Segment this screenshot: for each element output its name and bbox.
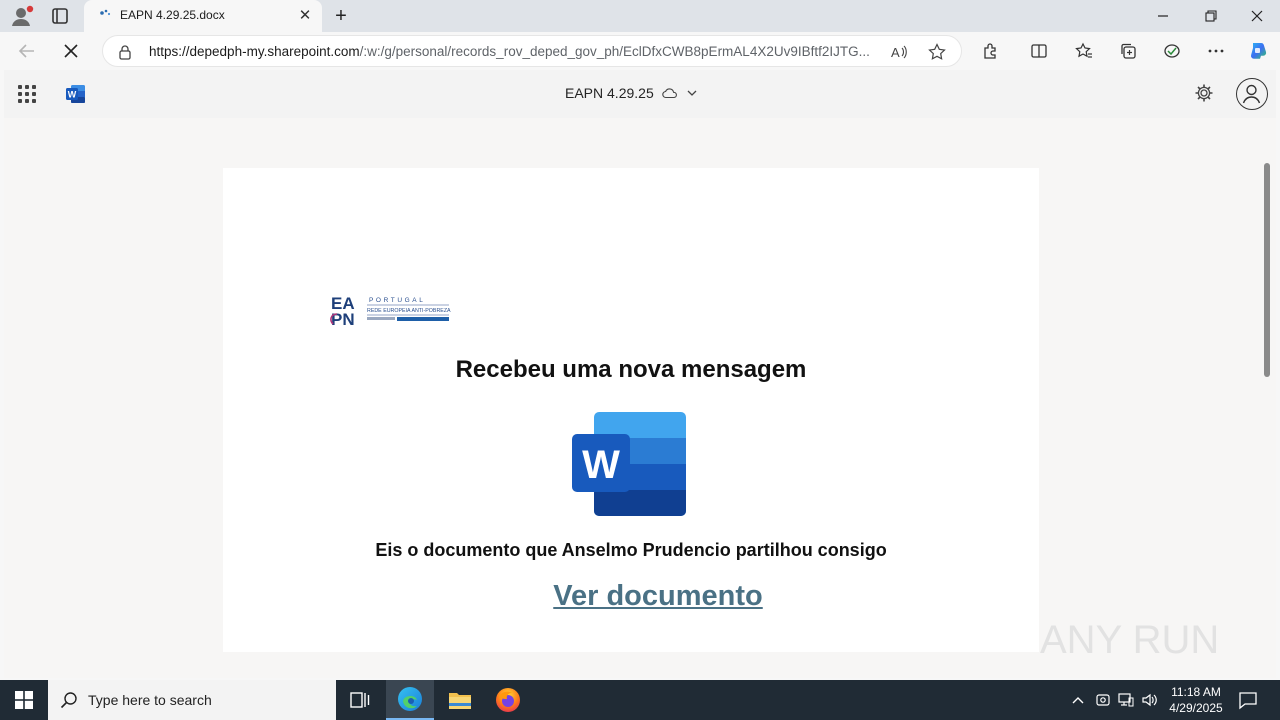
active-tab[interactable]: EAPN 4.29.25.docx ✕ <box>84 0 322 32</box>
tab-close-icon[interactable]: ✕ <box>296 7 314 25</box>
tab-actions-icon[interactable] <box>50 6 70 26</box>
system-clock[interactable]: 11:18 AM 4/29/2025 <box>1162 684 1230 716</box>
new-tab-button[interactable]: + <box>330 5 352 27</box>
share-message: Eis o documento que Anselmo Prudencio pa… <box>375 540 887 560</box>
taskbar: Type here to search 11:18 AM 4/29/2025 <box>0 680 1280 720</box>
message-headline: Recebeu uma nova mensagem <box>455 356 807 383</box>
word-document-icon: W <box>572 412 686 516</box>
vertical-scrollbar[interactable] <box>1264 163 1270 377</box>
stop-loading-button[interactable] <box>56 36 86 66</box>
view-document-link[interactable]: Ver documento <box>223 580 1093 613</box>
svg-text:PORTUGAL: PORTUGAL <box>369 297 425 304</box>
restore-button[interactable] <box>1188 0 1234 32</box>
tab-title: EAPN 4.29.25.docx <box>120 8 225 22</box>
lock-icon[interactable] <box>117 44 133 60</box>
document-title[interactable]: EAPN 4.29.25 <box>565 85 698 101</box>
read-aloud-icon[interactable]: A <box>889 42 909 62</box>
search-placeholder: Type here to search <box>88 692 212 708</box>
taskbar-search-box[interactable]: Type here to search <box>48 680 336 720</box>
office-header: W EAPN 4.29.25 <box>4 70 1276 118</box>
copilot-icon[interactable] <box>1246 39 1270 63</box>
svg-text:ANY RUN: ANY RUN <box>1040 618 1219 662</box>
eapn-logo: EA PN PORTUGAL REDE EUROPEIA ANTI-POBREZ… <box>327 292 452 329</box>
show-hidden-icons-chevron-icon[interactable] <box>1068 690 1088 710</box>
document-viewer: EA PN PORTUGAL REDE EUROPEIA ANTI-POBREZ… <box>4 118 1276 678</box>
chevron-down-icon[interactable] <box>686 87 698 99</box>
clock-time: 11:18 AM <box>1171 685 1221 699</box>
address-bar[interactable]: https://depedph-my.sharepoint.com/:w:/g/… <box>102 35 962 67</box>
document-title-text: EAPN 4.29.25 <box>565 85 654 101</box>
svg-text:REDE EUROPEIA ANTI-POBREZA: REDE EUROPEIA ANTI-POBREZA <box>367 308 451 314</box>
loading-favicon-icon <box>98 8 114 24</box>
task-view-icon[interactable] <box>336 680 384 720</box>
navigation-bar: https://depedph-my.sharepoint.com/:w:/g/… <box>0 32 1280 70</box>
windows-start-icon[interactable] <box>0 680 48 720</box>
tab-strip: EAPN 4.29.25.docx ✕ + <box>0 0 1280 32</box>
volume-icon[interactable] <box>1140 690 1160 710</box>
clock-date: 4/29/2025 <box>1169 701 1223 715</box>
word-logo-icon[interactable]: W <box>66 84 86 104</box>
settings-gear-icon[interactable] <box>1194 83 1214 103</box>
network-icon[interactable] <box>1116 690 1136 710</box>
document-page: EA PN PORTUGAL REDE EUROPEIA ANTI-POBREZ… <box>223 168 1039 652</box>
more-options-icon[interactable] <box>1205 40 1227 62</box>
app-launcher-icon[interactable] <box>18 85 36 103</box>
meet-now-icon[interactable] <box>1093 690 1113 710</box>
svg-text:PN: PN <box>331 310 355 328</box>
svg-text:W: W <box>68 90 77 100</box>
collections-icon[interactable] <box>1117 40 1139 62</box>
close-window-button[interactable] <box>1234 0 1280 32</box>
anyrun-watermark: ANY RUN <box>1040 608 1240 664</box>
search-icon <box>60 692 77 709</box>
notification-center-icon[interactable] <box>1236 688 1260 712</box>
file-explorer-icon[interactable] <box>436 680 484 720</box>
firefox-icon[interactable] <box>484 680 532 720</box>
split-screen-icon[interactable] <box>1028 40 1050 62</box>
browser-essentials-icon[interactable] <box>1161 40 1183 62</box>
user-avatar-icon[interactable] <box>1236 78 1268 110</box>
edge-taskbar-icon[interactable] <box>386 680 434 720</box>
cloud-icon <box>662 88 677 99</box>
favorite-star-icon[interactable] <box>927 42 947 62</box>
profile-icon[interactable] <box>10 5 34 27</box>
extensions-icon[interactable] <box>980 40 1002 62</box>
favorites-icon[interactable] <box>1073 40 1095 62</box>
svg-text:A: A <box>891 45 900 60</box>
back-button[interactable] <box>12 36 42 66</box>
minimize-button[interactable] <box>1140 0 1186 32</box>
url-text[interactable]: https://depedph-my.sharepoint.com/:w:/g/… <box>149 44 879 59</box>
svg-text:W: W <box>582 443 620 487</box>
